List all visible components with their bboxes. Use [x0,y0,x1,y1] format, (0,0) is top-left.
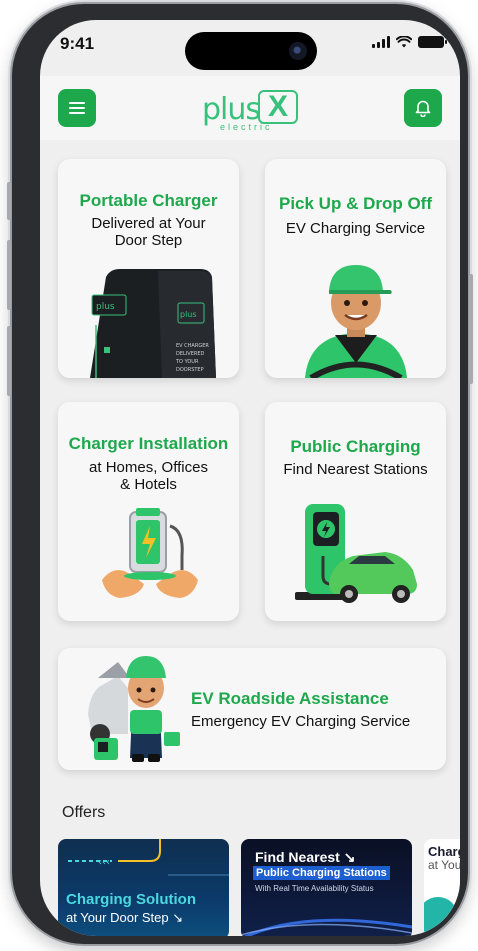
app-header: plus X electric [40,76,460,140]
front-camera [289,42,307,60]
portable-charger-card[interactable]: Portable Charger Delivered at Your Door … [58,159,239,378]
status-time: 9:41 [60,34,95,53]
svg-text:plus: plus [180,310,197,319]
action-button [7,182,11,220]
card-subtitle: Delivered at Your [91,215,206,232]
offer-title: Charg [428,844,460,859]
offer-decoration [424,897,458,936]
offer-subtitle: With Real Time Availability Status [255,884,374,893]
notifications-button[interactable] [404,89,442,127]
offer-title: Charging Solution [66,891,196,908]
roadside-assistance-card[interactable]: EV Roadside Assistance Emergency EV Char… [58,648,446,770]
card-subtitle: & Hotels [120,476,177,493]
app-screen: 9:41 plus X electric Portable Charger De… [40,20,460,936]
svg-text:DELIVERED: DELIVERED [176,351,204,357]
offer-banner[interactable]: Charg at You [424,839,460,936]
dynamic-island [185,32,317,70]
charger-installation-card[interactable]: Charger Installation at Homes, Offices &… [58,402,239,621]
card-title: EV Roadside Assistance [191,689,389,708]
roadside-mechanic-illustration [88,656,180,762]
battery-icon [418,36,447,48]
volume-down-button [7,326,11,396]
bell-icon [415,100,431,117]
card-title: Portable Charger [79,191,218,210]
card-subtitle: Door Step [114,232,183,249]
wifi-icon [396,36,412,48]
card-subtitle: Find Nearest Stations [283,461,428,478]
card-subtitle: Emergency EV Charging Service [191,713,411,730]
card-title: Public Charging [290,437,421,456]
offer-banner[interactable]: ‹‹‹ Charging Solution at Your Door Step … [58,839,229,936]
menu-button[interactable] [58,89,96,127]
driver-illustration [305,265,407,378]
svg-text:‹‹‹: ‹‹‹ [98,857,110,868]
card-subtitle: EV Charging Service [285,220,426,237]
volume-up-button [7,240,11,310]
card-title: Charger Installation [68,434,229,453]
hamburger-icon [69,102,85,114]
pickup-dropoff-card[interactable]: Pick Up & Drop Off EV Charging Service [265,159,446,378]
offer-subtitle: at Your Door Step ↘ [66,910,184,925]
public-charging-card[interactable]: Public Charging Find Nearest Stations [265,402,446,621]
signal-icon [372,36,390,48]
charging-cable-graphic: ‹‹‹ [68,839,229,876]
power-button [469,274,473,384]
status-icons [372,36,447,48]
plusx-logo: plus X electric [200,84,304,132]
card-title: Pick Up & Drop Off [278,194,432,213]
svg-text:DOORSTEP: DOORSTEP [176,367,204,373]
offers-heading: Offers [62,804,106,821]
portable-charger-illustration: plus plus EV CHARGER DELIVERED TO YOUR D… [90,269,216,378]
charger-installation-illustration [102,508,198,598]
svg-text:TO YOUR: TO YOUR [175,359,199,365]
offer-title: Find Nearest ↘ [255,849,356,865]
public-charging-illustration [295,504,417,603]
offer-highlight: Public Charging Stations [253,866,390,880]
offer-banner[interactable]: Find Nearest ↘ Public Charging Stations … [241,839,412,936]
light-trail-graphic [241,918,412,936]
offer-subtitle: at You [428,858,460,872]
card-subtitle: at Homes, Offices [89,459,208,476]
phone-frame: 9:41 plus X electric Portable Charger De… [7,4,473,944]
svg-text:plus: plus [96,302,115,312]
svg-text:EV CHARGER: EV CHARGER [176,343,209,349]
